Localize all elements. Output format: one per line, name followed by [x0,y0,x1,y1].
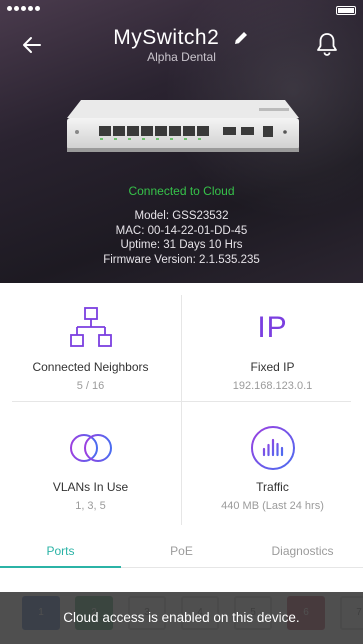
tab-poe[interactable]: PoE [121,544,242,558]
edit-pencil-icon[interactable] [232,29,250,47]
tile-traffic[interactable]: Traffic 440 MB (Last 24 hrs) [182,403,363,521]
battery-icon [336,6,356,15]
uptime-text: Uptime: 31 Days 10 Hrs [120,239,243,251]
model-text: Model: GSS23532 [134,210,229,222]
mac-text: MAC: 00-14-22-01-DD-45 [115,224,248,237]
tile-label: Fixed IP [250,360,295,374]
status-bar [0,6,363,18]
firmware-text: Firmware Version: 2.1.535.235 [103,253,260,266]
tile-value: 1, 3, 5 [75,500,106,512]
tab-diagnostics[interactable]: Diagnostics [242,544,363,558]
device-header: MySwitch2 Alpha Dental Connected to Clou… [0,0,363,283]
tile-vlans-in-use[interactable]: VLANs In Use 1, 3, 5 [0,403,181,521]
overlapping-circles-icon [69,434,112,462]
bar-chart-circle-icon [250,426,295,470]
toast-message: Cloud access is enabled on this device. [0,592,363,644]
tile-label: Traffic [256,480,289,494]
network-topology-icon [69,307,112,347]
tab-ports[interactable]: Ports [0,544,121,558]
tile-fixed-ip[interactable]: IP Fixed IP 192.168.123.0.1 [182,283,363,401]
switch-device-image [67,100,299,152]
tile-label: Connected Neighbors [32,360,149,374]
divider [12,401,351,402]
summary-grid: Connected Neighbors 5 / 16 IP Fixed IP 1… [0,283,363,528]
ip-icon: IP [257,311,288,344]
cloud-status: Connected to Cloud [128,184,235,198]
device-name: MySwitch2 [113,26,220,49]
active-tab-indicator [0,566,121,568]
bell-icon[interactable] [315,31,339,57]
tile-connected-neighbors[interactable]: Connected Neighbors 5 / 16 [0,283,181,401]
tile-value: 192.168.123.0.1 [232,380,313,392]
device-location: Alpha Dental [147,50,216,64]
signal-icon [7,6,40,11]
title-row: MySwitch2 [0,26,363,50]
tile-value: 440 MB (Last 24 hrs) [221,500,324,512]
tab-bar: Ports PoE Diagnostics [0,536,363,568]
device-info: Model: GSS23532 MAC: 00-14-22-01-DD-45 U… [0,209,363,267]
tile-label: VLANs In Use [52,480,129,494]
tile-value: 5 / 16 [76,380,105,392]
